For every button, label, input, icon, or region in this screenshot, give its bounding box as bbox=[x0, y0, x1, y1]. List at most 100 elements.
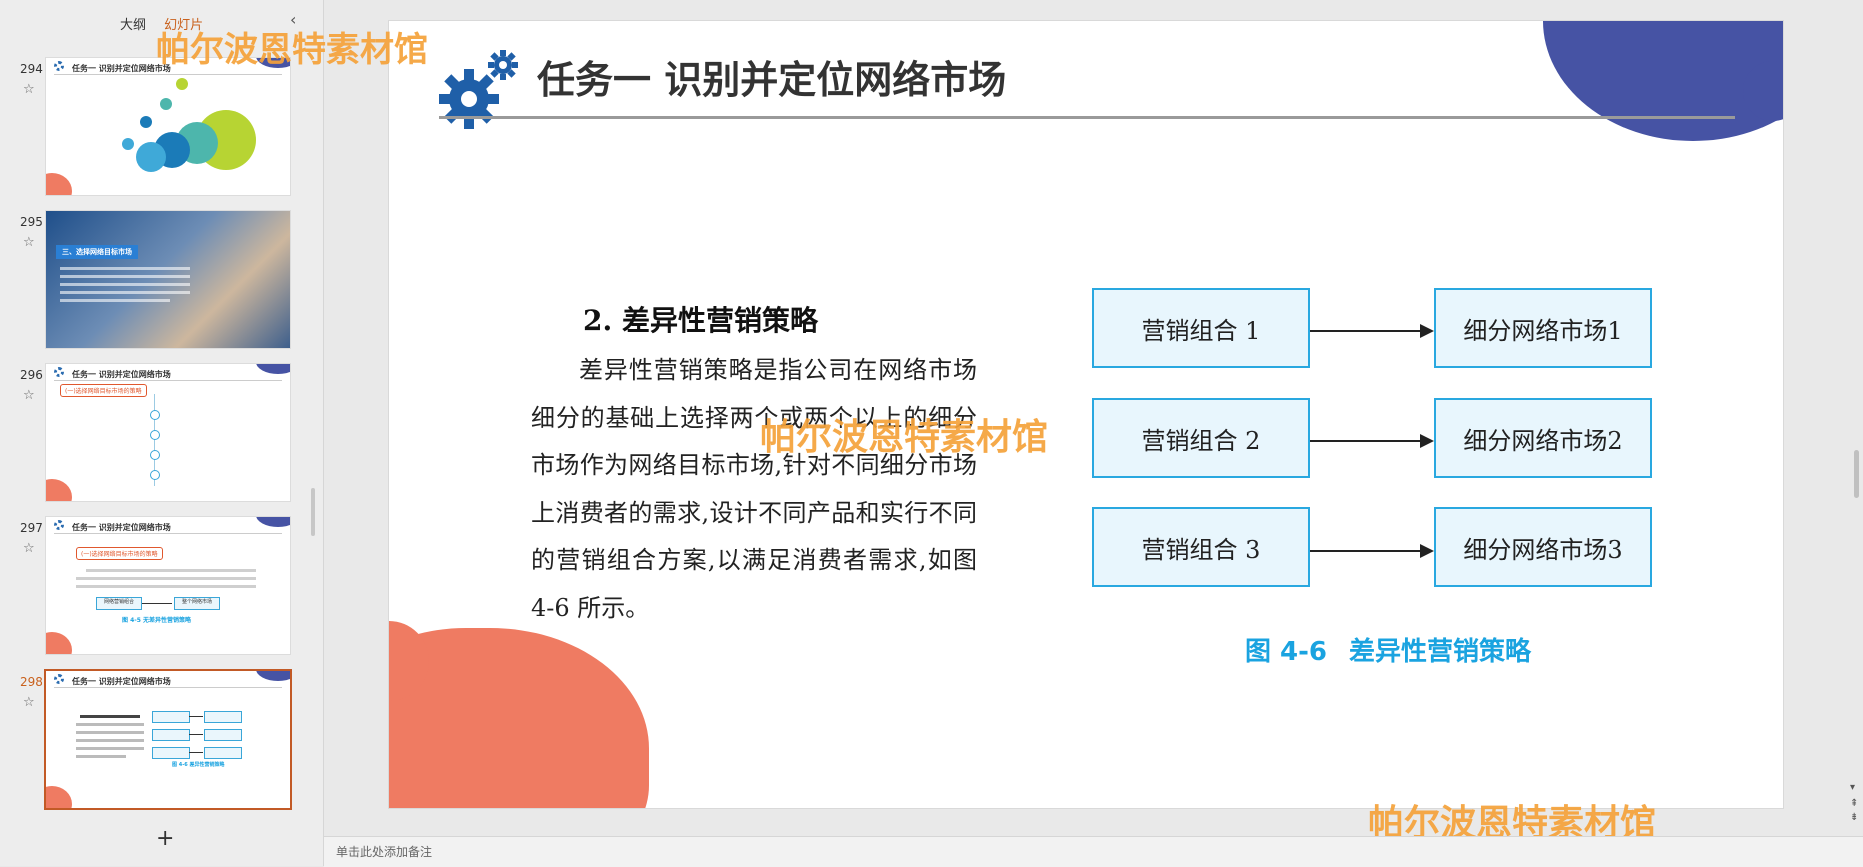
thumbnail-title: 任务一 识别并定位网络市场 bbox=[72, 370, 171, 379]
thumbnail-title: 三、选择网络目标市场 bbox=[56, 245, 138, 259]
divider bbox=[54, 74, 282, 75]
diagram-box-left[interactable]: 营销组合 3 bbox=[1092, 507, 1310, 587]
decor-blob bbox=[256, 671, 290, 681]
divider bbox=[54, 380, 282, 381]
arrow-head-icon bbox=[1420, 434, 1434, 448]
thumbnail-title: 任务一 识别并定位网络市场 bbox=[72, 677, 171, 686]
decor-blob bbox=[46, 786, 72, 808]
body-paragraph[interactable]: 差异性营销策略是指公司在网络市场细分的基础上选择两个或两个以上的细分市场作为网络… bbox=[531, 347, 977, 633]
slide-number: 294 bbox=[20, 62, 43, 76]
scrollbar-thumb[interactable] bbox=[1854, 450, 1859, 498]
slide-canvas[interactable]: 任务一 识别并定位网络市场 2. 差异性营销策略 差异性营销策略是指公司在网络市… bbox=[389, 21, 1783, 808]
title-divider bbox=[439, 116, 1735, 119]
text-line bbox=[60, 299, 170, 302]
decor-circle bbox=[136, 142, 166, 172]
gear-icon bbox=[54, 674, 64, 684]
text-line bbox=[76, 577, 256, 580]
slide-thumbnail[interactable]: 任务一 识别并定位网络市场 (一)选择网络目标市场的策略 网络营销组合 整个网络… bbox=[46, 517, 290, 654]
text-line bbox=[60, 267, 190, 270]
section-tag: (一)选择网络目标市场的策略 bbox=[60, 384, 147, 397]
diagram-box: 整个网络市场 bbox=[174, 597, 220, 610]
timeline-node bbox=[150, 450, 160, 460]
thumbnail-row: 296 ☆ 任务一 识别并定位网络市场 (一)选择网络目标市场的策略 bbox=[0, 364, 300, 504]
text-line bbox=[76, 723, 144, 726]
caption-text: 差异性营销策略 bbox=[1349, 637, 1532, 667]
text-line bbox=[76, 755, 126, 758]
decor-blob bbox=[46, 173, 72, 195]
diagram-box-right[interactable]: 细分网络市场3 bbox=[1434, 507, 1652, 587]
vertical-scrollbar[interactable]: ▾ ⇞ ⇟ bbox=[1845, 0, 1863, 836]
scroll-down-icon[interactable]: ▾ bbox=[1850, 782, 1855, 793]
thumbnail-title: 任务一 识别并定位网络市场 bbox=[72, 64, 171, 73]
timeline-node bbox=[150, 410, 160, 420]
slide-thumbnail[interactable]: 任务一 识别并定位网络市场 bbox=[46, 58, 290, 195]
slide-number: 295 bbox=[20, 215, 43, 229]
add-slide-button[interactable]: + bbox=[156, 826, 174, 851]
star-icon[interactable]: ☆ bbox=[23, 388, 35, 403]
tab-outline[interactable]: 大纲 bbox=[120, 18, 146, 33]
thumbnail-title: 任务一 识别并定位网络市场 bbox=[72, 523, 171, 532]
arrow-head-icon bbox=[1420, 544, 1434, 558]
thumbnail-row: 294 ☆ 任务一 识别并定位网络市场 bbox=[0, 58, 300, 198]
text-line bbox=[86, 569, 256, 572]
divider bbox=[54, 687, 282, 688]
slide-thumbnail[interactable]: 三、选择网络目标市场 bbox=[46, 211, 290, 348]
diagram-box-left[interactable]: 营销组合 2 bbox=[1092, 398, 1310, 478]
slide-title[interactable]: 任务一 识别并定位网络市场 bbox=[537, 49, 1006, 104]
caption-number: 图 4-6 bbox=[1245, 637, 1328, 667]
diagram-arrow bbox=[189, 734, 203, 735]
next-slide-icon[interactable]: ⇟ bbox=[1850, 812, 1858, 823]
star-icon[interactable]: ☆ bbox=[23, 82, 35, 97]
prev-slide-icon[interactable]: ⇞ bbox=[1850, 798, 1858, 809]
diagram-arrow bbox=[189, 716, 203, 717]
notes-placeholder: 单击此处添加备注 bbox=[336, 845, 433, 859]
decor-dot bbox=[140, 116, 152, 128]
text-line bbox=[76, 731, 144, 734]
diagram-box: 网络营销组合 bbox=[96, 597, 142, 610]
text-line bbox=[76, 739, 144, 742]
text-line bbox=[76, 747, 144, 750]
gear-icon bbox=[54, 520, 64, 530]
decor-blob bbox=[46, 479, 72, 501]
timeline-node bbox=[150, 430, 160, 440]
diagram-arrow bbox=[1310, 544, 1434, 558]
arrow-head-icon bbox=[1420, 324, 1434, 338]
decor-dot bbox=[160, 98, 172, 110]
panel-tabs: 大纲 幻灯片 bbox=[120, 14, 217, 33]
collapse-panel-icon[interactable]: ‹ bbox=[290, 10, 296, 29]
decor-dot bbox=[122, 138, 134, 150]
text-line bbox=[60, 283, 190, 286]
thumbnail-caption: 图 4-5 无差异性营销策略 bbox=[122, 617, 192, 624]
slide-panel: 大纲 幻灯片 ‹ 294 ☆ 任务一 识别并定位网络市场 295 ☆ 三、选择网… bbox=[0, 0, 324, 866]
diagram-box-right[interactable]: 细分网络市场1 bbox=[1434, 288, 1652, 368]
star-icon[interactable]: ☆ bbox=[23, 695, 35, 710]
star-icon[interactable]: ☆ bbox=[23, 235, 35, 250]
notes-pane[interactable]: 单击此处添加备注 bbox=[324, 836, 1863, 867]
diagram-arrow bbox=[189, 752, 203, 753]
diagram-arrow bbox=[1310, 434, 1434, 448]
diagram-box bbox=[204, 747, 242, 759]
tab-slides[interactable]: 幻灯片 bbox=[164, 18, 203, 33]
thumbnail-row: 298 ☆ 任务一 识别并定位网络市场 图 4-6 差异性营销策略 bbox=[0, 671, 300, 811]
thumbnail-row: 297 ☆ 任务一 识别并定位网络市场 (一)选择网络目标市场的策略 网络营销组… bbox=[0, 517, 300, 657]
star-icon[interactable]: ☆ bbox=[23, 541, 35, 556]
diagram-arrow bbox=[142, 603, 172, 604]
panel-scrollbar[interactable] bbox=[311, 488, 315, 536]
text-line bbox=[60, 291, 190, 294]
section-heading[interactable]: 2. 差异性营销策略 bbox=[583, 299, 818, 339]
gear-icon bbox=[54, 367, 64, 377]
slide-thumbnail-selected[interactable]: 任务一 识别并定位网络市场 图 4-6 差异性营销策略 bbox=[46, 671, 290, 808]
section-tag: (一)选择网络目标市场的策略 bbox=[76, 547, 163, 560]
diagram-box bbox=[152, 747, 190, 759]
divider bbox=[54, 533, 282, 534]
slide-number: 296 bbox=[20, 368, 43, 382]
slide-thumbnail[interactable]: 任务一 识别并定位网络市场 (一)选择网络目标市场的策略 bbox=[46, 364, 290, 501]
diagram-box-left[interactable]: 营销组合 1 bbox=[1092, 288, 1310, 368]
text-line bbox=[60, 275, 190, 278]
figure-caption[interactable]: 图 4-6 差异性营销策略 bbox=[1245, 631, 1553, 668]
diagram-arrow bbox=[1310, 324, 1434, 338]
diagram-box bbox=[152, 711, 190, 723]
decor-blob bbox=[256, 364, 290, 374]
slide-number: 297 bbox=[20, 521, 43, 535]
diagram-box-right[interactable]: 细分网络市场2 bbox=[1434, 398, 1652, 478]
